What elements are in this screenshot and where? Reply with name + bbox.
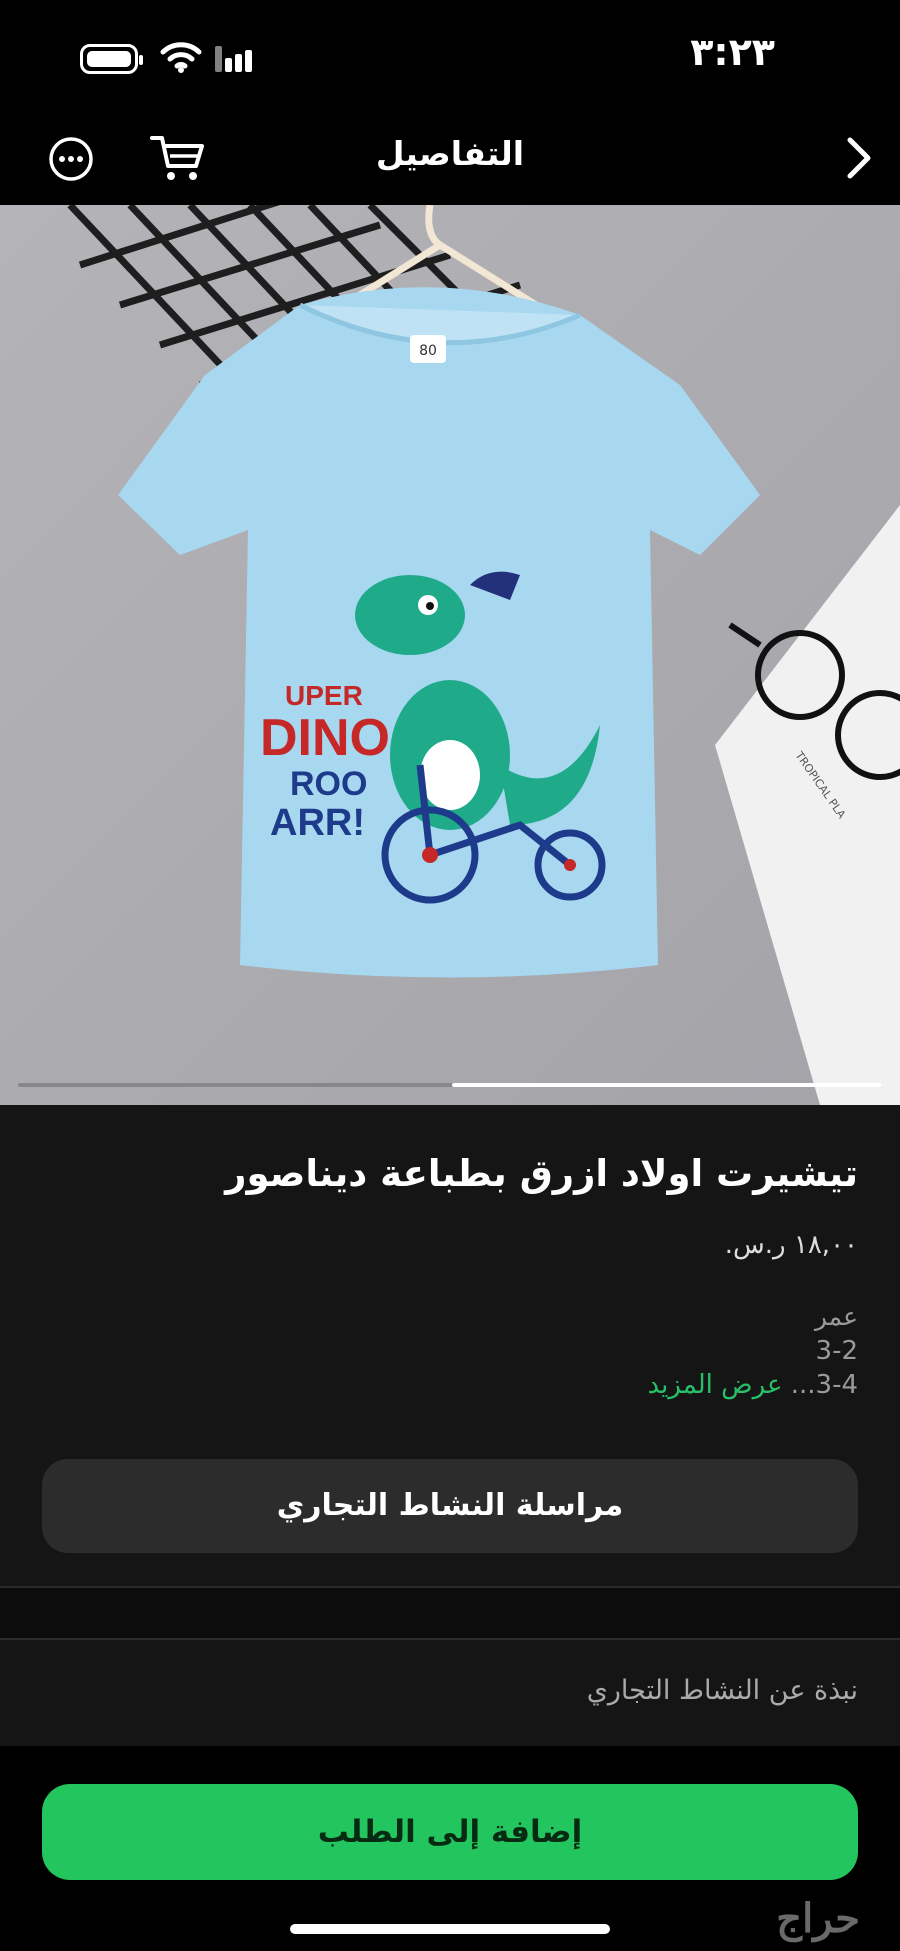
svg-text:DINO: DINO <box>260 709 390 767</box>
add-to-order-button[interactable]: إضافة إلى الطلب <box>42 1784 858 1880</box>
back-chevron-icon[interactable] <box>844 136 874 180</box>
attribute-value-more: 3-4... عرض المزيد <box>648 1370 859 1400</box>
product-image[interactable]: TROPICAL PLA 80 UPER DINO ROO ARR! <box>0 205 900 1105</box>
wifi-icon <box>160 42 202 73</box>
svg-text:ARR!: ARR! <box>270 802 365 844</box>
status-bar: ٣:٢٣ <box>0 0 900 110</box>
status-time: ٣:٢٣ <box>690 30 775 74</box>
attribute-label: عمر <box>814 1302 858 1331</box>
signal-icon <box>215 46 255 72</box>
battery-icon <box>80 44 143 74</box>
attribute-value-2: 3-4... <box>790 1370 858 1400</box>
top-nav-bar: التفاصيل <box>0 110 900 205</box>
about-business-section[interactable]: نبذة عن النشاط التجاري <box>587 1675 858 1706</box>
svg-text:UPER: UPER <box>285 680 363 711</box>
attribute-value: 3-2 <box>815 1336 858 1366</box>
carousel-indicator-active <box>452 1083 882 1087</box>
page-title: التفاصيل <box>375 134 525 173</box>
svg-text:ROO: ROO <box>290 765 367 803</box>
show-more-link[interactable]: عرض المزيد <box>648 1370 783 1400</box>
product-photo: TROPICAL PLA 80 UPER DINO ROO ARR! <box>0 205 900 1105</box>
haraj-logo: حراج <box>776 1895 860 1942</box>
product-price: ١٨,٠٠ ر.س. <box>724 1230 858 1260</box>
contact-business-button[interactable]: مراسلة النشاط التجاري <box>42 1459 858 1553</box>
home-indicator[interactable] <box>290 1924 610 1934</box>
section-spacer <box>0 1588 900 1638</box>
svg-text:80: 80 <box>419 343 437 359</box>
divider <box>0 1638 900 1640</box>
product-title: تيشيرت اولاد ازرق بطباعة ديناصور <box>225 1152 858 1195</box>
